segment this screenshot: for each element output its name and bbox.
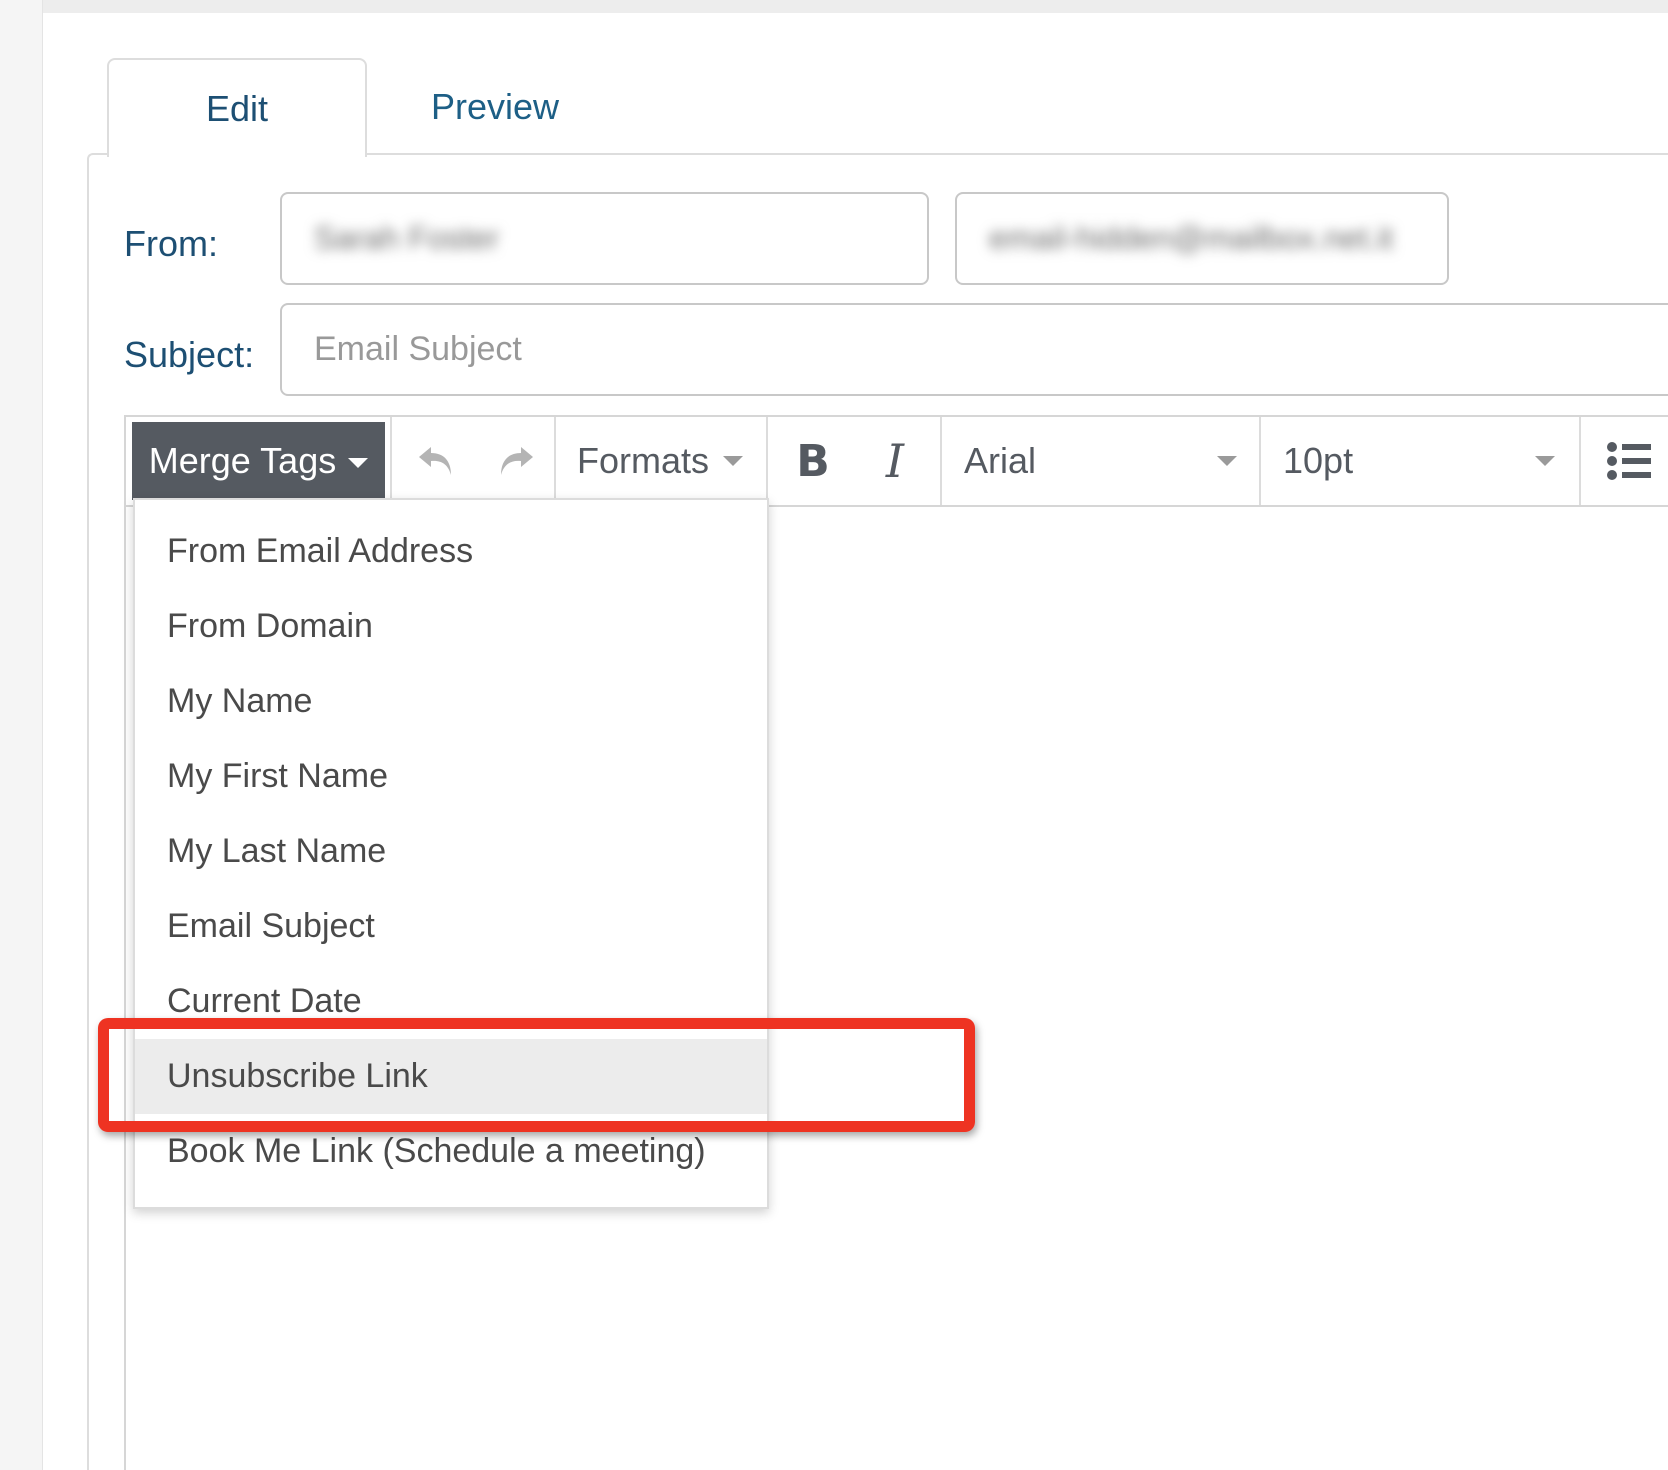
from-label: From: xyxy=(124,223,218,264)
merge-tag-my-first-name[interactable]: My First Name xyxy=(135,739,767,814)
merge-tag-book-me-link[interactable]: Book Me Link (Schedule a meeting) xyxy=(135,1114,767,1189)
redo-icon xyxy=(501,447,533,475)
menu-item-label: My Last Name xyxy=(167,832,387,870)
caret-down-icon xyxy=(723,456,743,466)
bullet-list-button[interactable] xyxy=(1579,417,1668,505)
menu-item-label: Email Subject xyxy=(167,907,375,945)
toolbar-group-history xyxy=(390,417,556,505)
toolbar-group-merge: Merge Tags xyxy=(126,417,392,505)
merge-tags-button[interactable]: Merge Tags xyxy=(132,422,385,500)
editor-toolbar: Merge Tags Formats B I Arial 10pt xyxy=(126,417,1668,507)
formats-dropdown[interactable]: Formats xyxy=(554,417,766,505)
menu-item-label: Current Date xyxy=(167,982,362,1020)
merge-tags-menu: From Email Address From Domain My Name M… xyxy=(133,498,769,1209)
caret-down-icon xyxy=(1535,456,1555,466)
merge-tag-unsubscribe-link[interactable]: Unsubscribe Link xyxy=(135,1039,767,1114)
merge-tag-my-last-name[interactable]: My Last Name xyxy=(135,814,767,889)
from-name-value: Sarah Foster xyxy=(314,220,499,256)
italic-button[interactable]: I xyxy=(860,417,930,505)
from-name-input[interactable]: Sarah Foster xyxy=(280,192,929,285)
merge-tag-current-date[interactable]: Current Date xyxy=(135,964,767,1039)
tab-edit[interactable]: Edit xyxy=(107,58,367,157)
merge-tag-from-domain[interactable]: From Domain xyxy=(135,589,767,664)
subject-input[interactable]: Email Subject xyxy=(280,303,1668,396)
toolbar-group-style: B I xyxy=(766,417,942,505)
bold-button[interactable]: B xyxy=(778,417,848,505)
merge-tag-from-email-address[interactable]: From Email Address xyxy=(135,514,767,589)
subject-placeholder: Email Subject xyxy=(314,330,522,368)
toolbar-group-size: 10pt xyxy=(1259,417,1581,505)
redo-button[interactable] xyxy=(484,417,548,505)
menu-item-label: From Email Address xyxy=(167,532,474,570)
subject-label: Subject: xyxy=(124,334,255,375)
font-family-select[interactable]: Arial xyxy=(940,417,1259,505)
from-email-value: email-hidden@mailbox.net.it xyxy=(989,220,1394,256)
font-size-value: 10pt xyxy=(1283,440,1354,481)
formats-label: Formats xyxy=(576,440,709,481)
toolbar-group-font: Arial xyxy=(940,417,1261,505)
tab-preview-label: Preview xyxy=(430,85,560,127)
tab-edit-label: Edit xyxy=(205,87,269,129)
email-editor-screen: Edit Preview From: Sarah Foster email-hi… xyxy=(0,0,1668,1470)
merge-tags-label: Merge Tags xyxy=(148,440,337,481)
menu-item-label: From Domain xyxy=(167,607,373,645)
menu-item-label: Unsubscribe Link xyxy=(167,1057,428,1095)
bold-label: B xyxy=(796,435,830,487)
undo-icon xyxy=(419,447,451,475)
menu-item-label: My First Name xyxy=(167,757,388,795)
menu-item-label: My Name xyxy=(167,682,313,720)
merge-tag-my-name[interactable]: My Name xyxy=(135,664,767,739)
caret-down-icon xyxy=(1217,456,1237,466)
font-size-select[interactable]: 10pt xyxy=(1259,417,1579,505)
from-email-input[interactable]: email-hidden@mailbox.net.it xyxy=(955,192,1449,285)
top-strip xyxy=(0,0,1668,13)
undo-button[interactable] xyxy=(404,417,468,505)
caret-down-icon xyxy=(348,458,369,468)
menu-item-label: Book Me Link (Schedule a meeting) xyxy=(167,1132,706,1170)
bullet-list-icon xyxy=(1607,442,1651,480)
italic-label: I xyxy=(885,434,905,488)
tab-preview[interactable]: Preview xyxy=(390,58,600,155)
left-gutter xyxy=(0,0,43,1470)
merge-tag-email-subject[interactable]: Email Subject xyxy=(135,889,767,964)
font-family-value: Arial xyxy=(964,440,1037,481)
toolbar-group-formats: Formats xyxy=(554,417,768,505)
